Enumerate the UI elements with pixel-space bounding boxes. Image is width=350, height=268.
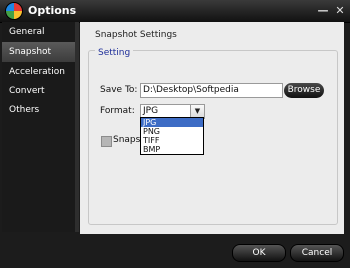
format-dropdown-list: JPG PNG TIFF BMP <box>140 117 204 155</box>
cancel-button[interactable]: Cancel <box>290 244 344 262</box>
title-bar: Options — ✕ <box>0 0 350 23</box>
app-logo-icon <box>6 3 22 19</box>
snapshot-checkbox[interactable] <box>101 136 112 147</box>
options-window: Options — ✕ General Snapshot Acceleratio… <box>0 0 350 268</box>
format-option-jpg[interactable]: JPG <box>141 118 203 127</box>
snapshot-checkbox-label: Snaps <box>113 135 141 145</box>
settings-panel: Snapshot Settings Setting Save To: D:\De… <box>80 22 344 234</box>
format-label: Format: <box>100 106 135 116</box>
save-to-label: Save To: <box>100 85 138 95</box>
format-option-png[interactable]: PNG <box>141 127 203 136</box>
panel-title: Snapshot Settings <box>95 30 177 40</box>
minimize-button[interactable]: — <box>316 4 330 17</box>
group-title: Setting <box>95 48 134 58</box>
ok-button[interactable]: OK <box>232 244 286 262</box>
browse-button[interactable]: Browse <box>284 83 324 98</box>
format-option-bmp[interactable]: BMP <box>141 145 203 154</box>
sidebar-item-acceleration[interactable]: Acceleration <box>2 62 75 82</box>
format-option-tiff[interactable]: TIFF <box>141 136 203 145</box>
save-path-input[interactable]: D:\Desktop\Softpedia <box>140 83 283 98</box>
window-title: Options <box>28 4 77 17</box>
sidebar-item-general[interactable]: General <box>2 22 75 42</box>
sidebar-item-others[interactable]: Others <box>2 100 75 120</box>
sidebar: General Snapshot Acceleration Convert Ot… <box>2 22 75 232</box>
sidebar-item-convert[interactable]: Convert <box>2 81 75 101</box>
close-button[interactable]: ✕ <box>333 4 347 17</box>
sidebar-scrollbar[interactable] <box>75 22 79 232</box>
sidebar-item-snapshot[interactable]: Snapshot <box>2 42 75 62</box>
